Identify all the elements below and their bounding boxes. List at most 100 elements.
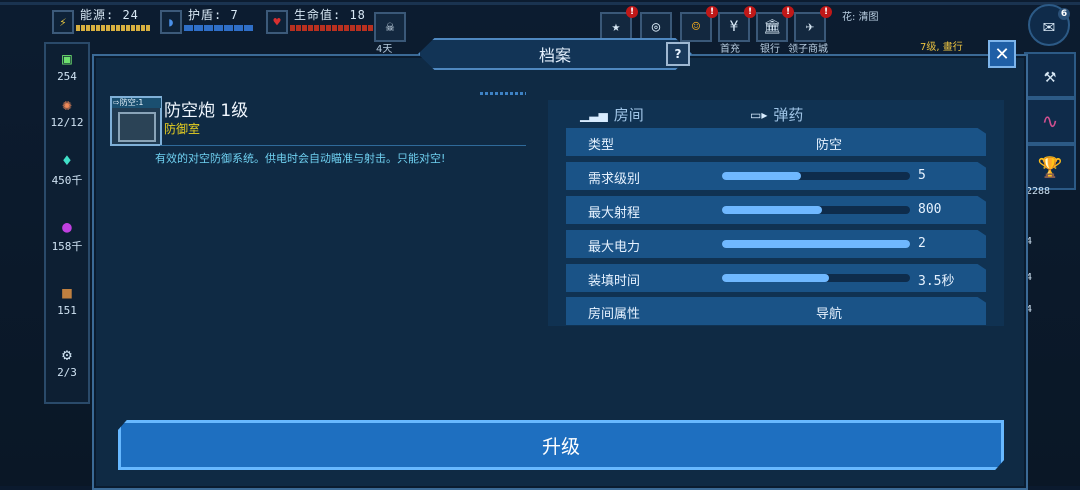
side-number: 2288 <box>1026 186 1051 197</box>
alert-icon: ! <box>820 6 832 18</box>
stat-bar <box>722 240 910 248</box>
alert-icon: ! <box>744 6 756 18</box>
stat-label: 装填时间 <box>588 274 641 289</box>
sidebar-item-drone[interactable]: ⚙ 2/3 <box>46 342 88 380</box>
energy-label: 能源: 24 <box>80 8 139 22</box>
stat-label: 需求级别 <box>588 172 641 187</box>
shop-label: 领子商城 <box>788 44 828 55</box>
stat-label: 房间属性 <box>588 307 641 322</box>
item-tag: ⇨防空:1 <box>112 98 161 108</box>
shield-icon: ◗ <box>160 10 182 34</box>
dialog-title: 档案 <box>418 38 692 70</box>
heartbeat-monitor-icon: ∿ <box>1041 109 1059 133</box>
chat-button[interactable]: ✉ 6 <box>1028 4 1070 46</box>
star-button[interactable]: ★! <box>600 6 638 42</box>
tools-button[interactable]: ⚒ <box>1024 52 1076 98</box>
sidebar-item-crystal[interactable]: ♦ 450千 <box>46 148 88 188</box>
planet-value: 158千 <box>51 240 83 253</box>
tab-ammo[interactable]: ▭▸ 弹药 <box>750 104 803 125</box>
bar-chart-icon: ▁▃▅ <box>580 107 608 122</box>
crate-value: 151 <box>57 304 77 317</box>
stat-value: 5 <box>918 168 926 183</box>
stat-bar <box>722 206 910 214</box>
target-button[interactable]: ◎ <box>640 12 672 42</box>
alert-icon: ! <box>706 6 718 18</box>
sidebar-item-brain[interactable]: ✺ 12/12 <box>46 92 88 130</box>
stat-bar-fill <box>722 172 801 180</box>
stat-label: 最大电力 <box>588 240 641 255</box>
crystal-value: 450千 <box>51 174 83 187</box>
smiley-icon: ☺ <box>691 19 701 35</box>
planet-icon: ● <box>62 216 72 236</box>
upgrade-button[interactable]: 升级 <box>118 420 1004 470</box>
item-name: 防空炮 1级 <box>164 101 249 121</box>
target-icon: ◎ <box>651 19 661 35</box>
energy-icon: ⚡ <box>52 10 74 34</box>
first-charge-label: 首充 <box>720 44 740 55</box>
close-button[interactable]: ✕ <box>988 40 1016 68</box>
first-charge-button[interactable]: ¥! <box>718 6 756 42</box>
sidebar-item-cash[interactable]: ▣ 254 <box>46 46 88 84</box>
chat-bubble-icon: ✉ <box>1042 13 1056 37</box>
stat-label: 类型 <box>588 138 615 153</box>
brain-value: 12/12 <box>50 116 84 129</box>
heart-icon: ♥ <box>266 10 288 34</box>
drone-value: 2/3 <box>57 366 77 379</box>
smiley-button[interactable]: ☺! <box>680 6 718 42</box>
chat-count: 6 <box>1058 8 1070 20</box>
health-label: 生命值: 18 <box>294 8 366 22</box>
ammo-icon: ▭▸ <box>750 107 768 122</box>
skull-icon: ☠ <box>385 19 395 35</box>
yen-icon: ¥ <box>729 19 739 35</box>
trophy-button[interactable]: 🏆 <box>1024 144 1076 190</box>
flower-label: 花: 清图 <box>842 12 879 23</box>
brain-icon: ✺ <box>62 94 72 114</box>
bank-icon: 🏛 <box>763 19 781 35</box>
tab-room[interactable]: ▁▃▅ 房间 <box>580 104 644 125</box>
item-category: 防御室 <box>164 122 201 136</box>
alert-icon: ! <box>626 6 638 18</box>
crystal-icon: ♦ <box>62 150 72 170</box>
sidebar-item-crate[interactable]: ■ 151 <box>46 280 88 318</box>
energy-stat: ⚡ 能源: 24 <box>52 6 156 36</box>
stat-value: 防空 <box>816 138 843 153</box>
stat-label: 最大射程 <box>588 206 641 221</box>
stat-row: 装填时间 3.5秒 <box>566 264 986 292</box>
shield-stat: ◗ 护盾: 7 <box>160 6 260 36</box>
tab-ammo-label: 弹药 <box>773 106 804 124</box>
item-thumbnail: ⇨防空:1 <box>110 96 162 146</box>
stat-value: 2 <box>918 236 926 251</box>
shield-bar <box>184 25 253 31</box>
alert-icon: ! <box>782 6 794 18</box>
stat-row: 最大射程 800 <box>566 196 986 224</box>
bank-label: 银行 <box>760 44 780 55</box>
resource-sidebar: ▣ 254 ✺ 12/12 ♦ 450千 ● 158千 ■ 151 ⚙ 2/3 <box>44 42 90 404</box>
level-label: 7级, 畫行 <box>920 42 963 53</box>
drone-gear-icon: ⚙ <box>62 344 72 364</box>
monitor-button[interactable]: ∿ <box>1024 98 1076 144</box>
day-label: 4天 <box>376 44 393 55</box>
bank-button[interactable]: 🏛! <box>756 6 794 42</box>
stat-row: 需求级别 5 <box>566 162 986 190</box>
stat-bar <box>722 172 910 180</box>
anti-air-cannon-icon <box>118 112 156 142</box>
shop-button[interactable]: ✈! <box>794 6 832 42</box>
help-button[interactable]: ? <box>666 42 690 66</box>
stat-bar <box>722 274 910 282</box>
header-dash-decoration <box>480 92 526 95</box>
shield-label: 护盾: 7 <box>188 8 239 22</box>
stat-row: 房间属性 导航 <box>566 297 986 325</box>
skull-button[interactable]: ☠ <box>374 12 406 42</box>
star-icon: ★ <box>611 19 621 35</box>
stat-row: 类型 防空 <box>566 128 986 156</box>
sidebar-item-planet[interactable]: ● 158千 <box>46 214 88 254</box>
trophy-icon: 🏆 <box>1037 155 1063 179</box>
ship-icon: ✈ <box>805 19 815 35</box>
health-bar <box>290 25 373 31</box>
cash-icon: ▣ <box>62 48 72 68</box>
stat-bar-fill <box>722 274 830 282</box>
stat-row: 最大电力 2 <box>566 230 986 258</box>
stat-value: 800 <box>918 202 942 217</box>
stat-value: 3.5秒 <box>918 274 955 289</box>
stat-bar-fill <box>722 240 910 248</box>
